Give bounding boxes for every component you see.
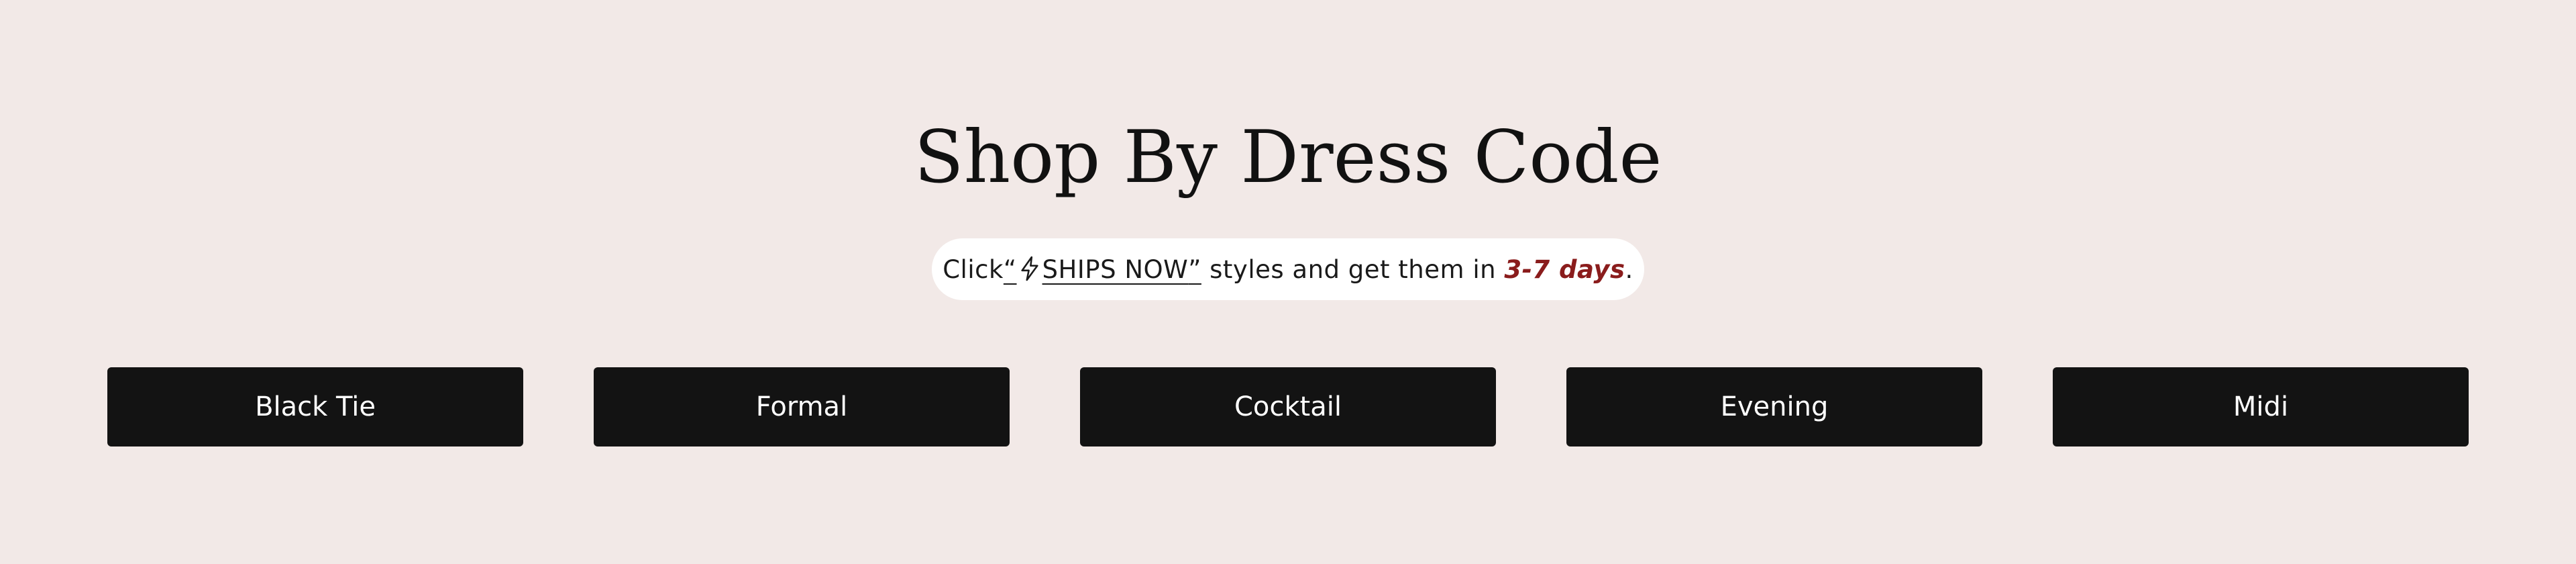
- lightning-bolt-icon: [1020, 256, 1038, 281]
- notice-prefix: Click: [943, 254, 1004, 284]
- category-button-formal[interactable]: Formal: [594, 367, 1010, 446]
- link-open-quote: “: [1003, 254, 1017, 284]
- link-close-quote: ”: [1188, 254, 1201, 284]
- notice-middle: styles and get them in: [1201, 254, 1505, 284]
- category-label: Formal: [755, 391, 848, 422]
- category-button-cocktail[interactable]: Cocktail: [1080, 367, 1496, 446]
- ships-now-notice: Click “ SHIPS NOW” styles and get them in…: [932, 238, 1644, 300]
- category-button-midi[interactable]: Midi: [2053, 367, 2469, 446]
- ships-now-link[interactable]: “ SHIPS NOW”: [1004, 255, 1201, 284]
- category-button-evening[interactable]: Evening: [1566, 367, 1982, 446]
- category-label: Black Tie: [255, 391, 376, 422]
- category-button-black-tie[interactable]: Black Tie: [107, 367, 523, 446]
- category-label: Midi: [2233, 391, 2289, 422]
- delivery-days-highlight: 3-7 days: [1504, 254, 1625, 284]
- category-label: Cocktail: [1234, 391, 1342, 422]
- section-title: Shop By Dress Code: [914, 115, 1662, 199]
- category-label: Evening: [1720, 391, 1829, 422]
- notice-suffix: .: [1625, 254, 1633, 284]
- shop-by-dress-code-section: Shop By Dress Code Click “ SHIPS NOW” sty…: [0, 0, 2576, 564]
- ships-now-label: SHIPS NOW: [1042, 254, 1189, 284]
